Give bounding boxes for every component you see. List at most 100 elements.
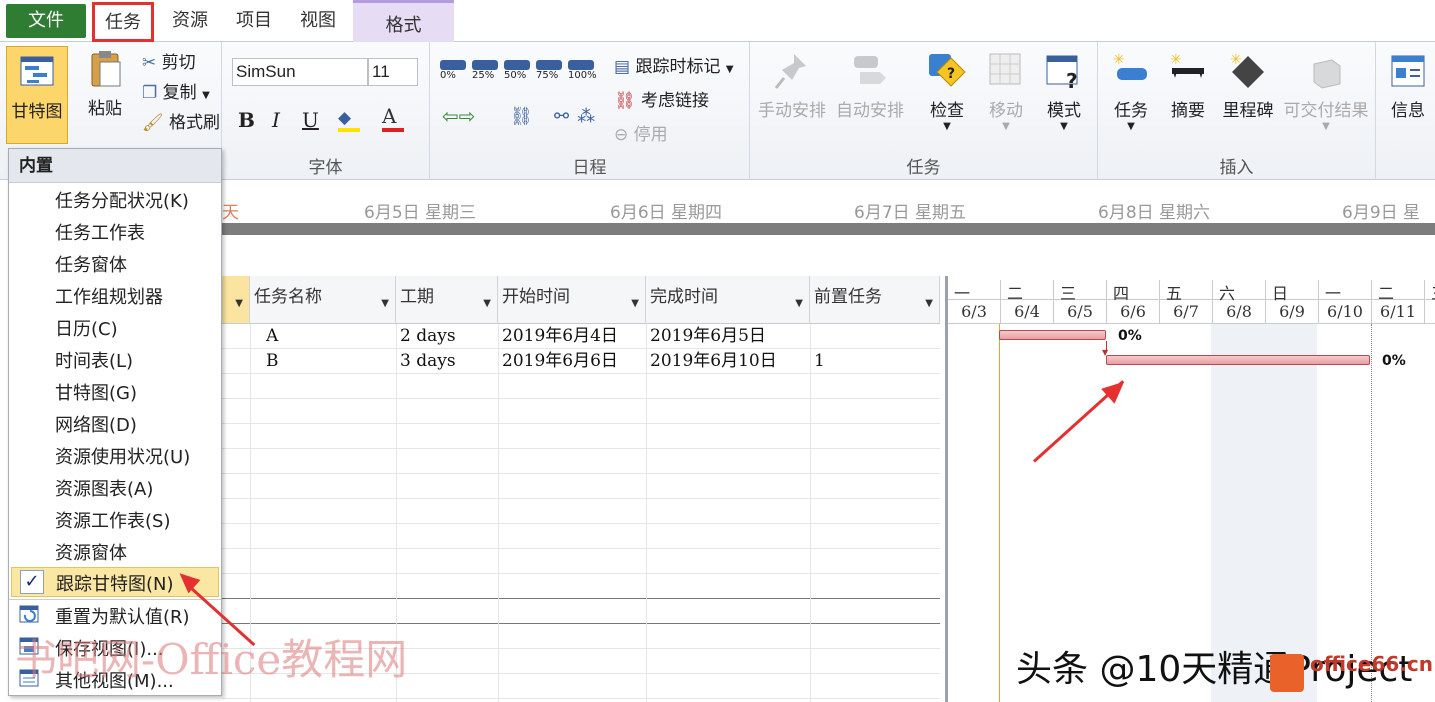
- menu-item-network-diagram[interactable]: 网络图(D): [55, 411, 137, 437]
- task-name-cell[interactable]: B: [262, 349, 279, 374]
- chevron-down-icon: ▼: [631, 298, 639, 309]
- gantt-bar-task-b[interactable]: [1106, 355, 1370, 365]
- mode-button[interactable]: ? 模式 ▼: [1036, 50, 1092, 132]
- column-header-predecessors[interactable]: 前置任务 ▼: [810, 276, 940, 324]
- respect-links-button[interactable]: ⛓ 考虑链接: [614, 86, 709, 111]
- copy-button[interactable]: ❐ 复制 ▼: [142, 78, 210, 103]
- menu-item-task-form[interactable]: 任务窗体: [55, 251, 127, 277]
- tab-file[interactable]: 文件: [6, 4, 86, 38]
- timeline-date-label: 6月5日 星期三: [364, 203, 477, 223]
- table-row[interactable]: [222, 399, 940, 424]
- column-header-task-name[interactable]: 任务名称 ▼: [250, 276, 396, 324]
- menu-item-resource-form[interactable]: 资源窗体: [55, 539, 127, 565]
- italic-button[interactable]: I: [272, 108, 280, 132]
- table-row[interactable]: A 2 days 2019年6月4日 2019年6月5日: [222, 324, 940, 349]
- progress-75-button[interactable]: 75%: [536, 60, 562, 81]
- progress-0-button[interactable]: 0%: [440, 60, 466, 81]
- svg-text:✳: ✳: [1230, 52, 1242, 68]
- tab-format[interactable]: 格式: [353, 0, 454, 42]
- summary-button[interactable]: ✳ 摘要: [1160, 50, 1216, 121]
- progress-50-button[interactable]: 50%: [504, 60, 530, 81]
- table-row[interactable]: [222, 424, 940, 449]
- office-logo-icon: [1270, 654, 1304, 692]
- copy-label: 复制: [162, 83, 197, 103]
- manual-schedule-button[interactable]: 手动安排: [754, 50, 830, 121]
- start-cell[interactable]: 2019年6月4日: [498, 324, 618, 349]
- table-row[interactable]: [222, 374, 940, 399]
- chevron-down-icon: ▼: [483, 298, 491, 309]
- predecessors-cell[interactable]: 1: [810, 349, 825, 374]
- bold-button[interactable]: B: [238, 108, 255, 132]
- gantt-weekday: 一: [1319, 280, 1372, 303]
- menu-item-team-planner[interactable]: 工作组规划器: [55, 283, 163, 309]
- font-color-button[interactable]: A: [382, 104, 404, 132]
- menu-item-gantt-chart[interactable]: 甘特图(G): [55, 379, 137, 405]
- inactivate-button[interactable]: ⊖ 停用: [614, 120, 668, 145]
- task-name-cell[interactable]: A: [262, 324, 278, 349]
- menu-item-task-sheet[interactable]: 任务工作表: [55, 219, 145, 245]
- outdent-indent-buttons[interactable]: ⇦⇨: [442, 104, 476, 128]
- tab-project[interactable]: 项目: [226, 6, 282, 36]
- cut-button[interactable]: ✂ 剪切: [142, 48, 196, 73]
- column-header-duration[interactable]: 工期 ▼: [396, 276, 498, 324]
- font-size-field[interactable]: 11: [368, 58, 418, 86]
- gantt-weekday: 一: [948, 280, 1001, 303]
- table-row[interactable]: [222, 574, 940, 599]
- paste-button[interactable]: 粘贴: [76, 48, 134, 119]
- table-row[interactable]: [222, 449, 940, 474]
- progress-100-button[interactable]: 100%: [568, 60, 597, 81]
- menu-item-resource-sheet[interactable]: 资源工作表(S): [55, 507, 170, 533]
- chevron-down-icon: ▼: [235, 298, 243, 309]
- tab-view[interactable]: 视图: [290, 6, 346, 36]
- view-gallery-menu: 内置 任务分配状况(K) 任务工作表 任务窗体 工作组规划器 日历(C) 时间表…: [8, 148, 222, 696]
- milestone-button[interactable]: ✳ 里程碑: [1218, 50, 1278, 121]
- mode-column-header[interactable]: ▼: [222, 276, 250, 324]
- start-cell[interactable]: 2019年6月6日: [498, 349, 618, 374]
- tab-task[interactable]: 任务: [92, 2, 154, 42]
- auto-schedule-button[interactable]: 自动安排: [832, 50, 908, 121]
- table-row[interactable]: [222, 549, 940, 574]
- timeline-strip: 天 6月5日 星期三 6月6日 星期四 6月7日 星期五 6月8日 星期六 6月…: [222, 181, 1435, 223]
- task-bar-icon: ✳: [1113, 52, 1147, 80]
- deliverable-button[interactable]: 可交付结果 ▼: [1280, 50, 1372, 132]
- tab-resource[interactable]: 资源: [162, 6, 218, 36]
- information-button[interactable]: 信息: [1380, 50, 1435, 121]
- gantt-date: 6/5: [1054, 300, 1107, 324]
- gantt-bar-task-a[interactable]: [999, 330, 1106, 340]
- table-row[interactable]: [222, 599, 940, 624]
- highlight-color-button[interactable]: ◆: [338, 108, 360, 132]
- font-name-field[interactable]: SimSun: [232, 58, 368, 86]
- underline-button[interactable]: U: [302, 108, 319, 132]
- move-button[interactable]: 移动 ▼: [978, 50, 1034, 132]
- table-row[interactable]: [222, 524, 940, 549]
- column-header-finish[interactable]: 完成时间 ▼: [646, 276, 810, 324]
- milestone-diamond-icon: ✳: [1230, 52, 1264, 88]
- gantt-weekday: 五: [1160, 280, 1213, 303]
- progress-25-button[interactable]: 25%: [472, 60, 498, 81]
- chevron-down-icon: ▼: [925, 298, 933, 309]
- unlink-tasks-button[interactable]: ⚯ ⁂: [554, 106, 595, 127]
- group-tasks-label: 任务: [906, 158, 941, 178]
- table-row[interactable]: [222, 499, 940, 524]
- finish-cell[interactable]: 2019年6月5日: [646, 324, 766, 349]
- mark-on-track-button[interactable]: ▤ 跟踪时标记 ▼: [614, 52, 734, 77]
- menu-item-resource-usage[interactable]: 资源使用状况(U): [55, 443, 190, 469]
- table-row[interactable]: B 3 days 2019年6月6日 2019年6月10日 1: [222, 349, 940, 374]
- inspect-button[interactable]: ? 检查 ▼: [918, 50, 976, 132]
- menu-item-calendar[interactable]: 日历(C): [55, 315, 118, 341]
- menu-item-timeline[interactable]: 时间表(L): [55, 347, 133, 373]
- chevron-down-icon: ▼: [381, 298, 389, 309]
- column-header-start[interactable]: 开始时间 ▼: [498, 276, 646, 324]
- finish-cell[interactable]: 2019年6月10日: [646, 349, 777, 374]
- table-row[interactable]: [222, 474, 940, 499]
- duration-cell[interactable]: 2 days: [396, 324, 456, 349]
- header-label: 工期: [400, 287, 434, 307]
- menu-item-tracking-gantt-label: 跟踪甘特图(N): [56, 574, 174, 595]
- format-painter-button[interactable]: 🖌 格式刷: [142, 108, 220, 133]
- menu-item-task-usage[interactable]: 任务分配状况(K): [55, 187, 189, 213]
- insert-task-button[interactable]: ✳ 任务 ▼: [1104, 50, 1158, 132]
- duration-cell[interactable]: 3 days: [396, 349, 456, 374]
- link-tasks-button[interactable]: ⛓: [510, 106, 533, 127]
- gantt-chart-button[interactable]: 甘特图: [6, 46, 68, 144]
- menu-item-resource-graph[interactable]: 资源图表(A): [55, 475, 153, 501]
